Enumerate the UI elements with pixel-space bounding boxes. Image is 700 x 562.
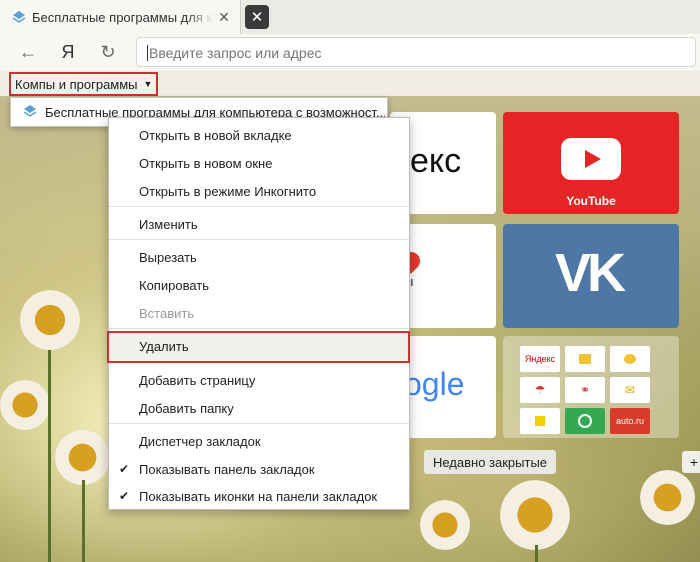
- bookmark-folder-label: Компы и программы: [15, 76, 138, 92]
- menu-item-label: Изменить: [139, 216, 198, 232]
- navigation-bar: ← Я ↻: [0, 34, 700, 71]
- menu-item-label: Копировать: [139, 277, 209, 293]
- wallpaper-flower: [420, 500, 470, 550]
- menu-separator: [109, 328, 409, 329]
- menu-item-show-bookmarks-bar[interactable]: ✔ Показывать панель закладок: [109, 457, 409, 481]
- close-tab-icon[interactable]: ✕: [245, 5, 269, 29]
- mini-tile-link-icon[interactable]: ⚭: [565, 377, 605, 403]
- bookmarks-bar: Компы и программы ▼: [0, 70, 700, 96]
- menu-item-edit[interactable]: Изменить: [109, 212, 409, 236]
- menu-item-show-bookmark-icons[interactable]: ✔ Показывать иконки на панели закладок: [109, 484, 409, 508]
- softikbox-favicon-icon: [23, 104, 37, 121]
- tile-vk[interactable]: VK: [503, 224, 679, 328]
- menu-item-label: Вырезать: [139, 249, 197, 265]
- menu-item-open-new-window[interactable]: Открыть в новом окне: [109, 151, 409, 175]
- tile-youtube[interactable]: YouTube: [503, 112, 679, 214]
- wallpaper-flower: [20, 290, 80, 350]
- menu-item-cut[interactable]: Вырезать: [109, 245, 409, 269]
- menu-item-paste: Вставить: [109, 301, 409, 325]
- menu-separator: [109, 239, 409, 240]
- address-bar[interactable]: [136, 37, 700, 68]
- mini-tile-green-icon[interactable]: [565, 408, 605, 434]
- mini-tile-autoru[interactable]: auto.ru: [610, 408, 650, 434]
- tab-title: Бесплатные программы для компьютера: [32, 9, 214, 25]
- menu-item-add-folder[interactable]: Добавить папку: [109, 396, 409, 420]
- back-arrow-icon[interactable]: ←: [16, 40, 40, 64]
- youtube-play-icon: [561, 138, 621, 180]
- context-menu: Открыть в новой вкладке Открыть в новом …: [107, 117, 410, 510]
- menu-item-label: Диспетчер закладок: [139, 433, 261, 449]
- menu-separator: [109, 206, 409, 207]
- menu-item-label: Открыть в новой вкладке: [139, 127, 292, 143]
- tile-google-text: ogle: [404, 366, 465, 402]
- wallpaper-flower: [640, 470, 695, 525]
- checkmark-icon: ✔: [118, 489, 130, 503]
- menu-item-bookmark-manager[interactable]: Диспетчер закладок: [109, 429, 409, 453]
- vk-logo-icon: VK: [555, 243, 626, 303]
- yandex-logo-icon[interactable]: Я: [56, 40, 80, 64]
- menu-separator: [109, 423, 409, 424]
- mini-tile-mail-icon[interactable]: ✉: [610, 377, 650, 403]
- tile-group-grid: Яндекс ☂ ⚭ ✉ auto.ru: [520, 346, 650, 434]
- menu-item-label: Открыть в режиме Инкогнито: [139, 183, 317, 199]
- wallpaper-stem: [82, 480, 85, 562]
- mini-tile-video-icon[interactable]: [610, 346, 650, 372]
- mini-tile-umbrella-icon[interactable]: ☂: [520, 377, 560, 403]
- close-icon[interactable]: ✕: [214, 9, 234, 26]
- wallpaper-stem: [48, 350, 51, 562]
- mini-tile-image-icon[interactable]: [565, 346, 605, 372]
- recently-closed-button[interactable]: Недавно закрытые: [424, 450, 556, 474]
- add-icon[interactable]: +: [682, 451, 700, 473]
- mini-tile-flag-icon[interactable]: [520, 408, 560, 434]
- menu-item-add-page[interactable]: Добавить страницу: [109, 368, 409, 392]
- wallpaper-flower: [55, 430, 110, 485]
- tile-yandex-text: екс: [410, 142, 462, 180]
- menu-item-label: Добавить страницу: [139, 372, 256, 388]
- mini-tile-yandex[interactable]: Яндекс: [520, 346, 560, 372]
- wallpaper-flower: [0, 380, 50, 430]
- softikbox-favicon-icon: [12, 10, 26, 24]
- menu-item-label: Показывать иконки на панели закладок: [139, 488, 378, 504]
- address-input[interactable]: [137, 38, 700, 68]
- text-cursor: [147, 45, 148, 61]
- wallpaper-flower: [500, 480, 570, 550]
- bookmark-folder-button[interactable]: Компы и программы ▼: [9, 72, 159, 96]
- menu-item-copy[interactable]: Копировать: [109, 273, 409, 297]
- tab-active[interactable]: Бесплатные программы для компьютера ✕: [0, 0, 241, 34]
- menu-item-label: Добавить папку: [139, 400, 234, 416]
- menu-item-open-incognito[interactable]: Открыть в режиме Инкогнито: [109, 179, 409, 203]
- tab-bar: Бесплатные программы для компьютера ✕ ✕: [0, 0, 700, 34]
- menu-item-open-new-tab[interactable]: Открыть в новой вкладке: [109, 123, 409, 147]
- menu-item-delete[interactable]: Удалить: [109, 334, 409, 358]
- dropdown-arrow-icon: ▼: [143, 79, 153, 89]
- menu-item-label: Удалить: [139, 338, 189, 354]
- wallpaper-stem: [535, 545, 538, 562]
- menu-item-label: Вставить: [139, 305, 195, 321]
- tile-youtube-label: YouTube: [566, 194, 616, 208]
- reload-icon[interactable]: ↻: [96, 40, 120, 64]
- menu-item-label: Открыть в новом окне: [139, 155, 273, 171]
- menu-item-label: Показывать панель закладок: [139, 461, 315, 477]
- checkmark-icon: ✔: [118, 462, 130, 476]
